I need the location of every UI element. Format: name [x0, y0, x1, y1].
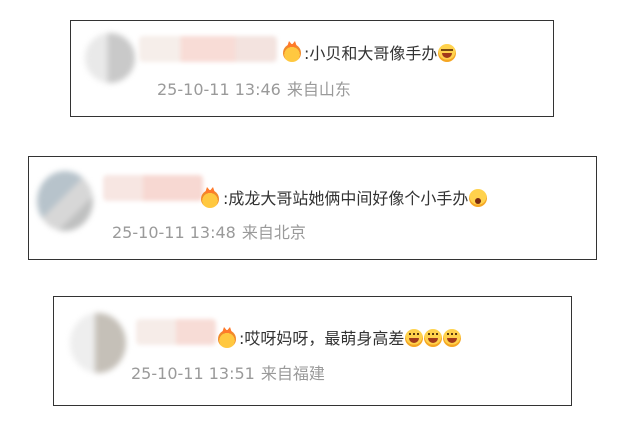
- comment-text: :哎呀妈呀，最萌身高差: [239, 329, 405, 348]
- comment-location: 来自山东: [286, 80, 351, 99]
- comment-time: 25-10-11 13:48: [112, 223, 236, 242]
- comment-time: 25-10-11 13:46: [157, 80, 281, 99]
- comment-location: 来自北京: [241, 223, 306, 242]
- grinning-face-emoji-icon: [424, 329, 443, 347]
- comment-time: 25-10-11 13:51: [131, 364, 255, 383]
- laughing-face-emoji-icon: [438, 44, 457, 62]
- comment-meta: 25-10-11 13:48 来自北京: [112, 222, 306, 244]
- username-redacted[interactable]: [103, 175, 203, 201]
- comment-meta: 25-10-11 13:46 来自山东: [157, 79, 351, 101]
- comment-text-line: :哎呀妈呀，最萌身高差: [239, 328, 462, 350]
- avatar[interactable]: [70, 313, 126, 373]
- grinning-face-emoji-icon: [443, 329, 462, 347]
- comment-card: :小贝和大哥像手办 25-10-11 13:46 来自山东: [70, 20, 554, 117]
- grinning-face-emoji-icon: [405, 329, 424, 347]
- comment-text: :成龙大哥站她俩中间好像个小手办: [223, 189, 469, 208]
- comment-meta: 25-10-11 13:51 来自福建: [131, 363, 325, 385]
- avatar[interactable]: [85, 33, 135, 83]
- vip-badge-icon: [218, 330, 236, 348]
- comment-text-line: :成龙大哥站她俩中间好像个小手办: [223, 188, 488, 210]
- comment-card: :成龙大哥站她俩中间好像个小手办 25-10-11 13:48 来自北京: [28, 156, 597, 260]
- shocked-face-emoji-icon: [469, 189, 488, 207]
- comment-text-line: :小贝和大哥像手办: [304, 43, 457, 65]
- avatar[interactable]: [37, 171, 93, 231]
- comment-text: :小贝和大哥像手办: [304, 44, 438, 63]
- username-redacted[interactable]: [136, 319, 216, 345]
- vip-badge-icon: [283, 44, 301, 62]
- comment-location: 来自福建: [260, 364, 325, 383]
- username-redacted[interactable]: [139, 36, 277, 62]
- comment-card: :哎呀妈呀，最萌身高差 25-10-11 13:51 来自福建: [53, 296, 572, 406]
- vip-badge-icon: [201, 190, 219, 208]
